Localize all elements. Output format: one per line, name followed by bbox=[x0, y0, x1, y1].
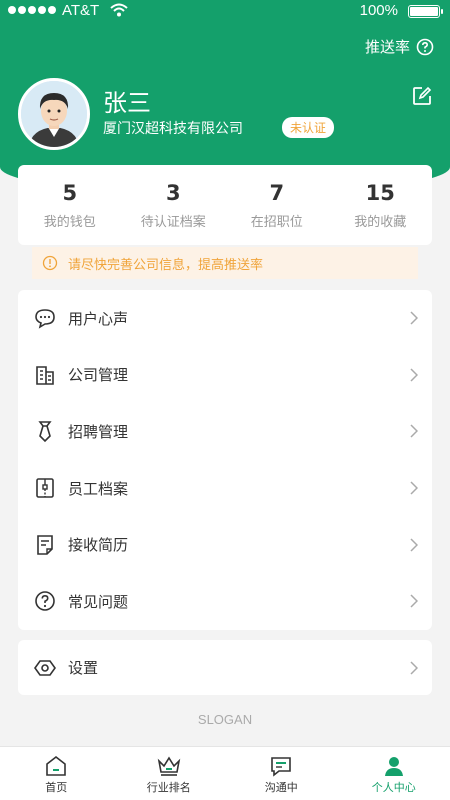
tab-label: 首页 bbox=[45, 781, 68, 794]
tab-home[interactable]: 首页 bbox=[0, 747, 113, 800]
chevron-right-icon bbox=[410, 311, 418, 325]
notice-banner[interactable]: 请尽快完善公司信息，提高推送率 bbox=[32, 247, 418, 279]
tab-label: 行业排名 bbox=[146, 781, 191, 794]
certification-badge[interactable]: 未认证 bbox=[282, 117, 335, 138]
status-bar: AT&T 100% bbox=[0, 0, 450, 24]
battery-percentage: 100% bbox=[359, 2, 398, 19]
chevron-right-icon bbox=[410, 424, 418, 439]
notice-text: 请尽快完善公司信息，提高推送率 bbox=[68, 257, 264, 273]
menu-item-label: 员工档案 bbox=[68, 479, 129, 498]
help-circle-icon bbox=[416, 38, 434, 55]
menu-item-label: 常见问题 bbox=[68, 592, 129, 611]
stat-pending-archives[interactable]: 3 待认证档案 bbox=[122, 165, 226, 245]
menu-item-faq[interactable]: 常见问题 bbox=[18, 573, 432, 630]
chevron-right-icon bbox=[410, 538, 418, 552]
signal-icon bbox=[8, 6, 56, 14]
stat-label: 我的收藏 bbox=[354, 215, 407, 230]
menu-item-settings[interactable]: 设置 bbox=[18, 640, 432, 695]
archive-icon bbox=[32, 475, 58, 501]
menu-item-employee-archive[interactable]: 员工档案 bbox=[18, 460, 432, 517]
carrier-label: AT&T bbox=[62, 2, 100, 19]
chevron-right-icon bbox=[410, 368, 418, 382]
stat-open-positions[interactable]: 7 在招职位 bbox=[225, 165, 329, 245]
stats-card: 5 我的钱包 3 待认证档案 7 在招职位 15 我的收藏 bbox=[18, 165, 432, 245]
warning-icon bbox=[42, 255, 58, 271]
tab-ranking[interactable]: 行业排名 bbox=[113, 747, 226, 800]
chevron-right-icon bbox=[410, 481, 418, 495]
building-icon bbox=[32, 362, 58, 388]
company-name: 厦门汉超科技有限公司 bbox=[103, 121, 243, 137]
user-name: 张三 bbox=[103, 89, 151, 117]
stat-value: 7 bbox=[269, 181, 285, 205]
stat-value: 3 bbox=[165, 181, 181, 205]
stat-label: 我的钱包 bbox=[43, 215, 96, 230]
edit-icon[interactable] bbox=[412, 86, 432, 106]
avatar-image bbox=[21, 81, 87, 147]
menu-item-user-feedback[interactable]: 用户心声 bbox=[18, 290, 432, 347]
stat-value: 5 bbox=[62, 181, 78, 205]
resume-icon bbox=[32, 532, 58, 558]
battery-icon bbox=[408, 5, 443, 18]
menu-item-label: 接收简历 bbox=[68, 536, 129, 555]
tab-messages[interactable]: 沟通中 bbox=[225, 747, 338, 800]
stat-label: 待认证档案 bbox=[140, 215, 206, 230]
person-icon bbox=[384, 757, 403, 776]
tab-profile[interactable]: 个人中心 bbox=[338, 747, 450, 800]
menu-card: 用户心声 公司管理 招聘管理 员工档案 接收简历 常见问题 bbox=[18, 290, 432, 630]
stat-wallet[interactable]: 5 我的钱包 bbox=[18, 165, 122, 245]
stat-favorites[interactable]: 15 我的收藏 bbox=[329, 165, 433, 245]
stat-label: 在招职位 bbox=[250, 215, 303, 230]
tie-icon bbox=[32, 418, 58, 444]
menu-item-receive-resume[interactable]: 接收简历 bbox=[18, 516, 432, 573]
tab-label: 个人中心 bbox=[371, 781, 416, 794]
home-icon bbox=[46, 755, 67, 776]
stat-value: 15 bbox=[365, 181, 395, 205]
chevron-right-icon bbox=[410, 594, 418, 608]
menu-item-company-management[interactable]: 公司管理 bbox=[18, 347, 432, 404]
avatar[interactable] bbox=[18, 78, 90, 150]
menu-item-label: 招聘管理 bbox=[68, 422, 129, 441]
settings-icon bbox=[32, 655, 58, 681]
push-rate-button[interactable]: 推送率 bbox=[365, 36, 434, 57]
menu-item-label: 公司管理 bbox=[68, 366, 129, 385]
push-rate-label: 推送率 bbox=[364, 38, 410, 56]
menu-item-label: 用户心声 bbox=[68, 309, 129, 328]
slogan: SLOGAN bbox=[197, 712, 253, 727]
question-icon bbox=[32, 588, 58, 614]
chevron-right-icon bbox=[410, 660, 418, 675]
menu-item-label: 设置 bbox=[68, 659, 99, 677]
tab-label: 沟通中 bbox=[264, 781, 298, 794]
message-icon bbox=[271, 757, 292, 777]
chat-icon bbox=[32, 305, 58, 331]
crown-icon bbox=[157, 756, 180, 776]
menu-item-recruitment[interactable]: 招聘管理 bbox=[18, 403, 432, 460]
settings-card: 设置 bbox=[18, 640, 432, 695]
tab-bar: 首页 行业排名 沟通中 个人中心 bbox=[0, 746, 450, 800]
wifi-icon bbox=[110, 3, 128, 17]
